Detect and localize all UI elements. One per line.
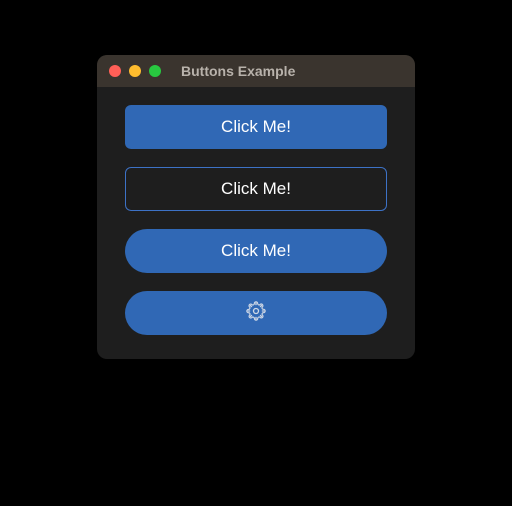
- titlebar: Buttons Example: [97, 55, 415, 87]
- gear-icon: [246, 301, 266, 326]
- flat-button[interactable]: Click Me!: [125, 105, 387, 149]
- maximize-icon[interactable]: [149, 65, 161, 77]
- close-icon[interactable]: [109, 65, 121, 77]
- pill-button[interactable]: Click Me!: [125, 229, 387, 273]
- pill-button-label: Click Me!: [221, 241, 291, 261]
- window-title: Buttons Example: [181, 63, 295, 79]
- window-controls: [109, 65, 161, 77]
- flat-button-label: Click Me!: [221, 117, 291, 137]
- outlined-button[interactable]: Click Me!: [125, 167, 387, 211]
- content-area: Click Me! Click Me! Click Me!: [97, 87, 415, 359]
- icon-button[interactable]: [125, 291, 387, 335]
- outlined-button-label: Click Me!: [221, 179, 291, 199]
- minimize-icon[interactable]: [129, 65, 141, 77]
- app-window: Buttons Example Click Me! Click Me! Clic…: [97, 55, 415, 359]
